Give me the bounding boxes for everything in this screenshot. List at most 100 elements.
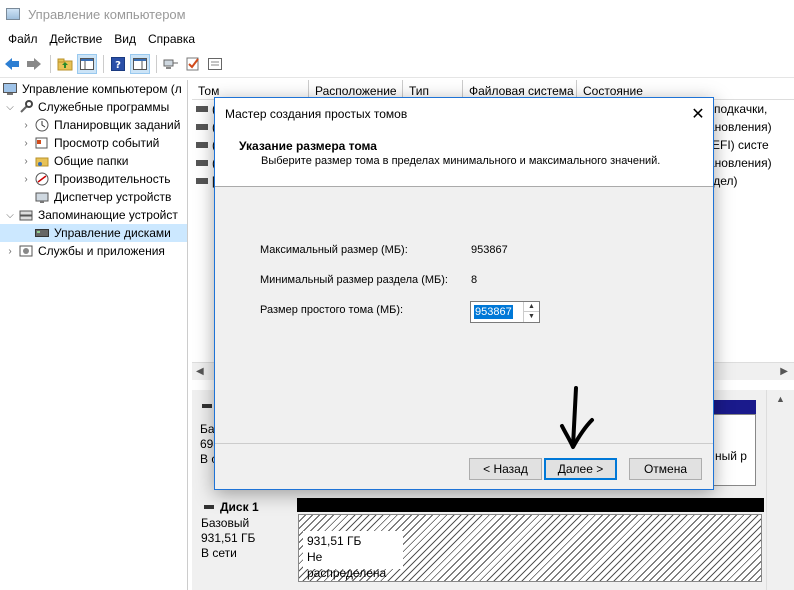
row-status: ановления) — [708, 156, 772, 170]
menu-action[interactable]: Действие — [44, 32, 109, 46]
disk-management-icon — [34, 225, 50, 241]
check-icon[interactable] — [183, 54, 203, 74]
tree-item-label: Управление компьютером (л — [22, 82, 182, 96]
disk0-partition[interactable]: ный р — [712, 414, 756, 486]
disk0-partition-bar — [712, 400, 756, 414]
stepper-down-icon[interactable]: ▼ — [524, 312, 539, 322]
help-icon[interactable]: ? — [108, 54, 128, 74]
cancel-button[interactable]: Отмена — [629, 458, 702, 480]
max-size-value: 953867 — [471, 244, 508, 256]
dialog-subheading: Выберите размер тома в пределах минималь… — [261, 155, 661, 167]
back-icon[interactable] — [2, 54, 22, 74]
show-hide-tree-icon[interactable] — [77, 53, 97, 74]
expand-icon[interactable]: › — [20, 120, 32, 131]
tree-item-performance[interactable]: › Производительность — [0, 170, 187, 188]
properties-icon[interactable] — [205, 54, 225, 74]
new-simple-volume-wizard: Мастер создания простых томов ✕ Указание… — [214, 97, 714, 490]
tree-item-label: Просмотр событий — [54, 136, 160, 150]
tree-item-scheduler[interactable]: › Планировщик заданий — [0, 116, 187, 134]
back-button[interactable]: < Назад — [469, 458, 542, 480]
hand-drawn-arrow-icon — [560, 386, 594, 449]
svg-text:?: ? — [115, 60, 121, 71]
tree-item-disk-management[interactable]: Управление дисками — [0, 224, 187, 242]
collapse-icon[interactable]: ⌵ — [4, 102, 16, 113]
computer-management-icon — [6, 8, 20, 20]
disk1-type: Базовый — [201, 516, 250, 530]
next-button[interactable]: Далее > — [544, 458, 617, 480]
volume-icon — [196, 160, 208, 166]
forward-icon[interactable] — [24, 54, 44, 74]
tree-item-label: Общие папки — [54, 154, 129, 168]
row-status: (EFI) систе — [708, 138, 769, 152]
tree-item-label: Диспетчер устройств — [54, 190, 172, 204]
disk1-unallocated[interactable]: 931,51 ГБ Не распределена — [298, 514, 762, 582]
tools-icon — [18, 99, 34, 115]
computer-management-icon — [2, 81, 18, 97]
toolbar-separator — [156, 54, 157, 73]
vertical-scrollbar[interactable]: ▲ — [766, 390, 794, 590]
expand-icon[interactable]: › — [20, 174, 32, 185]
volume-icon — [196, 124, 208, 130]
collapse-icon[interactable]: ⌵ — [4, 210, 16, 221]
volume-icon — [196, 142, 208, 148]
tree-item-root[interactable]: Управление компьютером (л — [0, 80, 187, 98]
scroll-up-icon[interactable]: ▲ — [776, 394, 785, 404]
volume-icon — [196, 106, 208, 112]
tree-item-storage[interactable]: ⌵ Запоминающие устройст — [0, 206, 187, 224]
toolbar-separator — [103, 54, 104, 73]
min-size-value: 8 — [471, 274, 478, 286]
disk-icon — [204, 505, 214, 509]
toolbar: ? — [0, 50, 794, 78]
disk0-partition-text: ный р — [715, 449, 747, 463]
disk1-info[interactable]: Диск 1 Базовый 931,51 ГБ В сети — [192, 490, 296, 586]
disk1-size: 931,51 ГБ — [201, 531, 256, 545]
window-title: Управление компьютером — [28, 6, 186, 22]
storage-icon — [18, 207, 34, 223]
volume-size-stepper[interactable]: 953867 ▲ ▼ — [470, 301, 540, 323]
menu-help[interactable]: Справка — [142, 32, 201, 46]
stepper-up-icon[interactable]: ▲ — [524, 302, 539, 312]
menu-bar: Файл Действие Вид Справка — [0, 28, 794, 50]
unallocated-status: Не распределена — [307, 550, 387, 580]
disk-icon — [202, 404, 212, 408]
connect-icon[interactable] — [161, 54, 181, 74]
show-action-pane-icon[interactable] — [130, 53, 150, 74]
up-folder-icon[interactable] — [55, 54, 75, 74]
tree-item-label: Планировщик заданий — [54, 118, 181, 132]
expand-icon[interactable]: › — [20, 156, 32, 167]
unallocated-label: 931,51 ГБ Не распределена — [303, 531, 403, 580]
device-manager-icon — [34, 189, 50, 205]
tree-item-shared-folders[interactable]: › Общие папки — [0, 152, 187, 170]
menu-view[interactable]: Вид — [108, 32, 142, 46]
services-icon — [18, 243, 34, 259]
tree-item-services[interactable]: › Службы и приложения — [0, 242, 187, 260]
scroll-right-icon[interactable]: ▶ — [780, 366, 788, 377]
disk1-status: В сети — [201, 546, 237, 560]
shared-folder-icon — [34, 153, 50, 169]
tree-item-devices[interactable]: Диспетчер устройств — [0, 188, 187, 206]
title-bar: Управление компьютером — [0, 0, 794, 28]
navigation-tree: Управление компьютером (л ⌵ Служебные пр… — [0, 80, 188, 590]
volume-size-input[interactable]: 953867 — [474, 305, 513, 319]
dialog-title: Мастер создания простых томов — [225, 106, 408, 121]
tree-item-label: Запоминающие устройст — [38, 208, 178, 222]
tree-item-label: Производительность — [54, 172, 171, 186]
volume-size-label: Размер простого тома (МБ): — [260, 304, 404, 316]
tree-item-label: Служебные программы — [38, 100, 170, 114]
expand-icon[interactable]: › — [4, 246, 16, 257]
tree-item-label: Управление дисками — [54, 226, 171, 240]
toolbar-separator — [50, 54, 51, 73]
close-icon[interactable]: ✕ — [683, 98, 713, 129]
dialog-title-bar: Мастер создания простых томов — [215, 98, 713, 129]
row-status: ановления) — [708, 120, 772, 134]
expand-icon[interactable]: › — [20, 138, 32, 149]
stepper-buttons: ▲ ▼ — [523, 302, 539, 322]
scroll-left-icon[interactable]: ◀ — [196, 366, 204, 377]
performance-icon — [34, 171, 50, 187]
tree-item-events[interactable]: › Просмотр событий — [0, 134, 187, 152]
max-size-label: Максимальный размер (МБ): — [260, 244, 408, 256]
unallocated-size: 931,51 ГБ — [307, 534, 362, 548]
menu-file[interactable]: Файл — [2, 32, 44, 46]
disk1-partition-bar — [297, 498, 764, 512]
tree-item-utilities[interactable]: ⌵ Служебные программы — [0, 98, 187, 116]
